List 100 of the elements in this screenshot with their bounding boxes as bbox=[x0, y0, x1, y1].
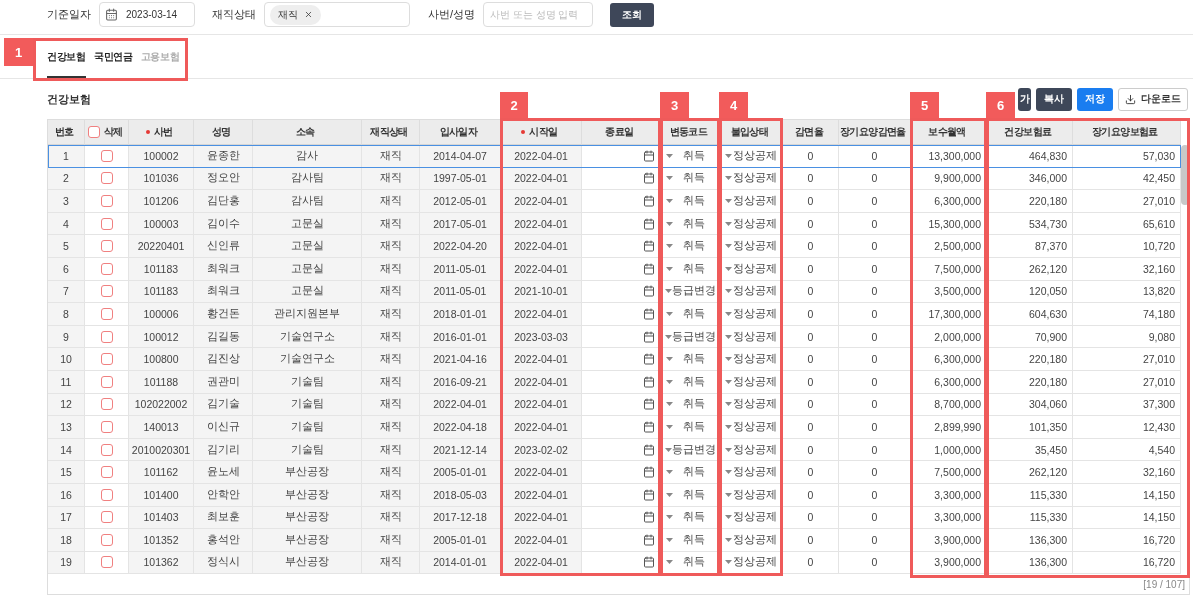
calendar-icon[interactable] bbox=[643, 420, 655, 433]
checkbox[interactable] bbox=[100, 262, 113, 275]
status-chip[interactable]: 재직 bbox=[270, 4, 321, 25]
calendar-icon[interactable] bbox=[643, 375, 655, 388]
table-cell: 2022-04-01 bbox=[501, 303, 582, 326]
table-cell: 윤노세 bbox=[194, 461, 253, 484]
caret-icon bbox=[725, 470, 732, 475]
table-cell: 기술팀 bbox=[253, 393, 362, 417]
calendar-icon[interactable] bbox=[643, 443, 655, 456]
calendar-icon[interactable] bbox=[643, 353, 655, 366]
caret-icon bbox=[666, 221, 673, 226]
checkbox[interactable] bbox=[100, 172, 113, 185]
table-cell: 102022002 bbox=[129, 393, 194, 417]
calendar-icon[interactable] bbox=[643, 285, 655, 298]
table-cell: 220,180 bbox=[987, 348, 1073, 371]
table-cell: 220,180 bbox=[987, 190, 1073, 213]
calendar-icon[interactable] bbox=[643, 217, 655, 230]
search-button[interactable]: 조회 bbox=[610, 2, 655, 27]
tab[interactable]: 건강보험 bbox=[47, 51, 86, 78]
header-label: 장기요양보험료 bbox=[1092, 125, 1158, 139]
action-button[interactable]: 가 bbox=[1018, 87, 1031, 111]
checkbox[interactable] bbox=[100, 375, 113, 388]
scrollbar[interactable] bbox=[1181, 145, 1189, 205]
table-cell: 2022-04-01 bbox=[501, 190, 582, 213]
field-label: 기준일자 bbox=[47, 7, 91, 22]
calendar-icon[interactable] bbox=[643, 556, 655, 569]
remove-icon[interactable] bbox=[304, 10, 313, 19]
checkbox[interactable] bbox=[100, 488, 113, 501]
table-cell: 4 bbox=[48, 212, 85, 236]
table-cell: 100800 bbox=[129, 348, 194, 371]
table-cell: 2021-04-16 bbox=[420, 348, 501, 371]
checkbox[interactable] bbox=[100, 511, 113, 524]
status-select[interactable]: 재직 bbox=[264, 2, 410, 27]
table-cell: 101036 bbox=[129, 167, 194, 191]
checkbox[interactable] bbox=[100, 285, 113, 298]
caret-icon bbox=[725, 357, 732, 362]
calendar-icon[interactable] bbox=[643, 307, 655, 320]
checkbox[interactable] bbox=[100, 195, 113, 207]
table-cell: 재직 bbox=[362, 257, 420, 281]
checkbox[interactable] bbox=[100, 533, 113, 546]
table-cell: 14,150 bbox=[1073, 483, 1181, 507]
caret-icon bbox=[725, 537, 732, 542]
download-button[interactable]: 다운로드 bbox=[1118, 87, 1188, 111]
table-cell: 부산공장 bbox=[253, 529, 362, 552]
table-cell: 101403 bbox=[129, 506, 194, 530]
checkbox[interactable] bbox=[100, 398, 113, 411]
action-button[interactable]: 복사 bbox=[1036, 87, 1072, 111]
section-title: 건강보험 bbox=[47, 91, 91, 107]
caret-icon bbox=[666, 402, 673, 407]
table-cell: 고문실 bbox=[253, 235, 362, 258]
checkbox[interactable] bbox=[100, 556, 113, 569]
calendar-icon[interactable] bbox=[643, 398, 655, 411]
calendar-icon[interactable] bbox=[643, 195, 655, 207]
table-cell: 고문실 bbox=[253, 257, 362, 281]
table-cell: 32,160 bbox=[1073, 461, 1181, 484]
calendar-icon[interactable] bbox=[643, 533, 655, 546]
table-cell: 37,300 bbox=[1073, 393, 1181, 417]
caret-icon bbox=[725, 424, 732, 429]
checkbox[interactable] bbox=[100, 443, 113, 456]
checkbox[interactable] bbox=[100, 330, 113, 343]
table-cell: 12,430 bbox=[1073, 416, 1181, 439]
table-cell: 부산공장 bbox=[253, 461, 362, 484]
caret-icon bbox=[725, 176, 732, 181]
table-cell: 140013 bbox=[129, 416, 194, 439]
checkbox[interactable] bbox=[100, 353, 113, 366]
calendar-icon[interactable] bbox=[643, 466, 655, 479]
checkbox[interactable] bbox=[100, 149, 113, 162]
annotation-badge: 5 bbox=[910, 92, 939, 118]
checkbox[interactable] bbox=[100, 240, 113, 253]
calendar-icon[interactable] bbox=[643, 240, 655, 253]
table-cell: 2022-04-01 bbox=[501, 235, 582, 258]
tab[interactable]: 국민연금 bbox=[93, 51, 133, 78]
annotation-badge: 1 bbox=[4, 38, 33, 66]
date-field[interactable]: 2023-03-14 bbox=[99, 2, 195, 27]
table-cell: 재직 bbox=[362, 370, 420, 394]
checkbox[interactable] bbox=[100, 466, 113, 479]
caret-icon bbox=[666, 311, 673, 316]
checkbox[interactable] bbox=[87, 126, 100, 138]
table-cell: 101206 bbox=[129, 190, 194, 213]
calendar-icon[interactable] bbox=[643, 262, 655, 275]
calendar-icon[interactable] bbox=[643, 488, 655, 501]
caret-icon bbox=[725, 311, 732, 316]
calendar-icon[interactable] bbox=[643, 511, 655, 524]
action-button[interactable]: 저장 bbox=[1077, 87, 1113, 111]
calendar-icon[interactable] bbox=[643, 149, 655, 162]
checkbox[interactable] bbox=[100, 420, 113, 433]
table-cell: 최워크 bbox=[194, 280, 253, 304]
annotation-badge: 3 bbox=[660, 92, 689, 118]
table-cell: 재직 bbox=[362, 416, 420, 439]
table-cell: 4,540 bbox=[1073, 438, 1181, 462]
table-cell: 최보훈 bbox=[194, 506, 253, 530]
table-cell: 14,150 bbox=[1073, 506, 1181, 530]
checkbox[interactable] bbox=[100, 217, 113, 230]
calendar-icon[interactable] bbox=[643, 330, 655, 343]
download-icon bbox=[1125, 93, 1136, 105]
table-cell: 101362 bbox=[129, 551, 194, 575]
header-label: 불입상태 bbox=[730, 125, 769, 139]
checkbox[interactable] bbox=[100, 307, 113, 320]
calendar-icon[interactable] bbox=[643, 172, 655, 185]
row-count: [19 / 107] bbox=[1143, 579, 1185, 590]
